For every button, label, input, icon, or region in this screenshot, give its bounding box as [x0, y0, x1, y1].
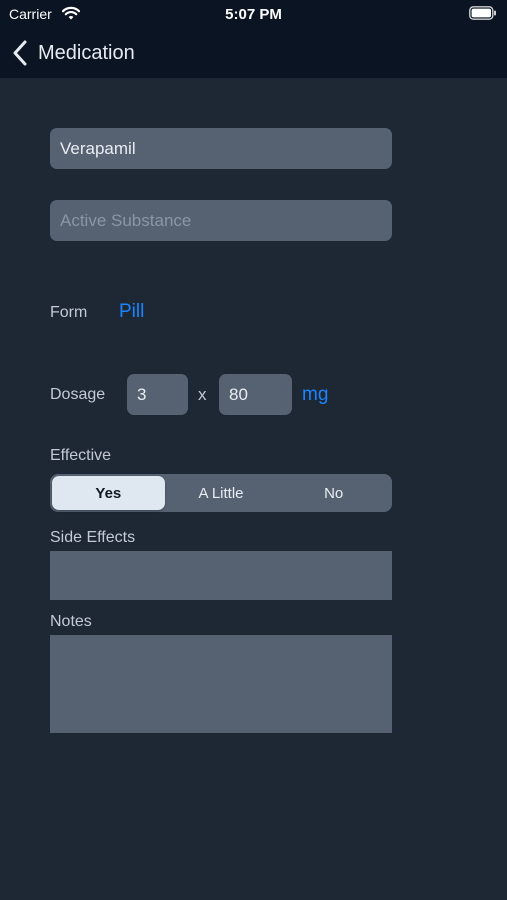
effective-option-a-little[interactable]: A Little: [165, 476, 278, 510]
notes-textarea[interactable]: [50, 635, 392, 733]
battery-icon: [469, 6, 496, 20]
dosage-count-value: 3: [137, 384, 147, 404]
dosage-amount-value: 80: [229, 384, 248, 404]
active-substance-field[interactable]: Active Substance: [50, 200, 392, 241]
dosage-times-symbol: x: [198, 385, 207, 404]
side-effects-label: Side Effects: [50, 529, 136, 546]
medication-name-value: Verapamil: [60, 138, 136, 158]
navigation-bar: Medication: [0, 28, 507, 78]
effective-option-yes[interactable]: Yes: [52, 476, 165, 510]
status-time: 5:07 PM: [225, 6, 282, 23]
dosage-unit-button[interactable]: mg: [302, 384, 328, 406]
status-bar: Carrier 5:07 PM: [0, 0, 507, 28]
back-button[interactable]: Medication: [12, 38, 135, 68]
notes-label: Notes: [50, 613, 92, 630]
effective-segmented-control: Yes A Little No: [50, 474, 392, 512]
effective-label: Effective: [50, 447, 112, 464]
dosage-amount-field[interactable]: 80: [219, 374, 292, 415]
form-value-button[interactable]: Pill: [119, 301, 144, 323]
dosage-count-field[interactable]: 3: [127, 374, 188, 415]
medication-name-field[interactable]: Verapamil: [50, 128, 392, 169]
chevron-left-icon: [13, 40, 27, 66]
dosage-label: Dosage: [50, 386, 106, 403]
form-label: Form: [50, 304, 88, 321]
side-effects-textarea[interactable]: [50, 551, 392, 600]
effective-option-no[interactable]: No: [277, 476, 390, 510]
page-title: Medication: [38, 41, 135, 64]
active-substance-placeholder: Active Substance: [60, 210, 192, 230]
